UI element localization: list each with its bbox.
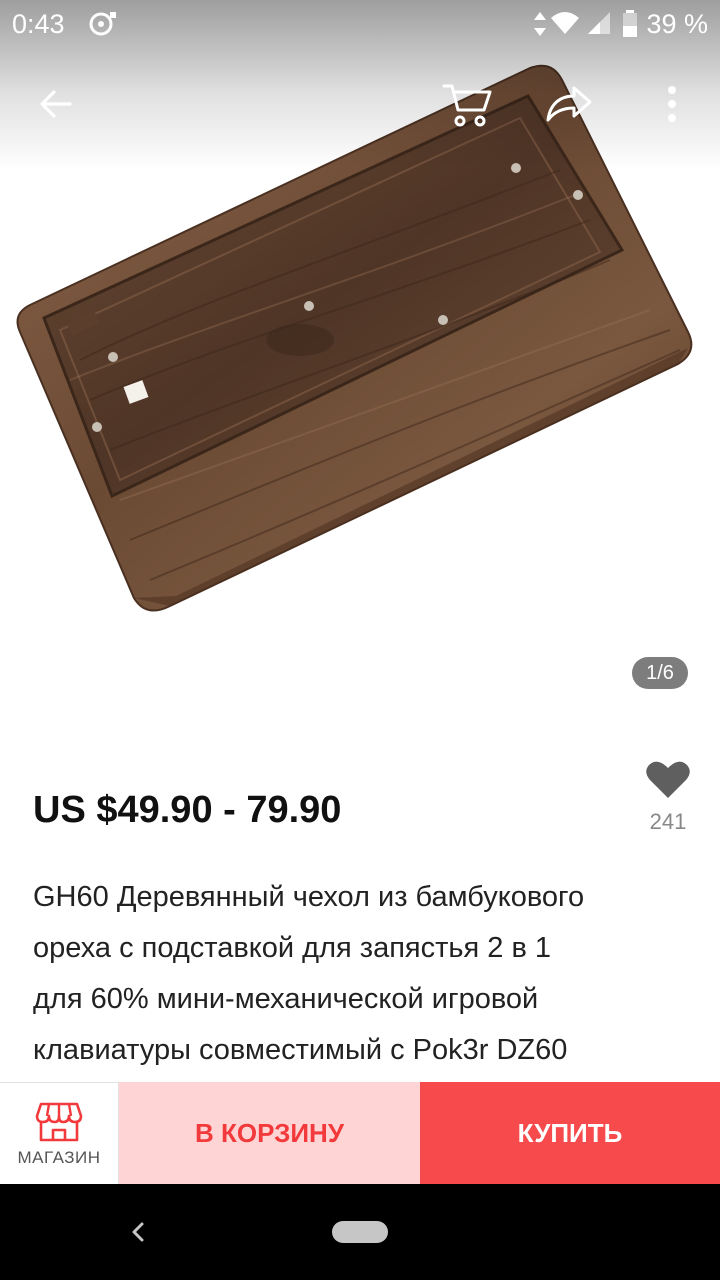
title-line: ореха с подставкой для запястья 2 в 1 xyxy=(33,932,552,964)
share-button[interactable] xyxy=(542,82,594,131)
more-vertical-icon xyxy=(668,86,676,122)
back-button[interactable] xyxy=(36,84,76,129)
status-time: 0:43 xyxy=(12,9,65,39)
product-image-gallery[interactable]: 1/6 xyxy=(0,0,720,722)
more-options-button[interactable] xyxy=(660,84,684,129)
gallery-page-indicator: 1/6 xyxy=(632,657,688,689)
battery-icon xyxy=(622,10,638,45)
product-title: GH60 Деревянный чехол из бамбукового оре… xyxy=(33,872,683,1076)
signal-icon xyxy=(586,10,612,43)
heart-icon xyxy=(646,761,690,798)
share-icon xyxy=(546,86,592,122)
wifi-icon xyxy=(550,10,580,43)
battery-percent: 39 % xyxy=(646,9,708,39)
store-icon xyxy=(35,1102,83,1141)
store-button[interactable]: МАГАЗИН xyxy=(0,1082,119,1184)
store-button-label: МАГАЗИН xyxy=(17,1147,101,1167)
notification-icon xyxy=(88,10,118,45)
title-line: клавиатуры совместимый с Pok3r DZ60 xyxy=(33,1034,568,1066)
wishlist-count: 241 xyxy=(649,809,687,834)
status-bar: 0:43 39 % xyxy=(0,0,720,48)
product-price: US $49.90 - 79.90 xyxy=(33,789,342,831)
cart-icon xyxy=(442,84,492,127)
nav-home-pill[interactable] xyxy=(332,1221,388,1243)
nav-back-button[interactable] xyxy=(128,1218,148,1251)
wishlist-button[interactable]: 241 xyxy=(640,758,696,835)
chevron-left-icon xyxy=(132,1222,144,1242)
add-to-cart-button[interactable]: В КОРЗИНУ xyxy=(119,1082,420,1184)
title-line: GH60 Деревянный чехол из бамбукового xyxy=(33,881,585,913)
buy-now-button[interactable]: КУПИТЬ xyxy=(420,1082,720,1184)
arrow-left-icon xyxy=(40,90,72,118)
bottom-action-bar: МАГАЗИН В КОРЗИНУ КУПИТЬ xyxy=(0,1082,720,1184)
data-arrows-icon xyxy=(533,10,547,45)
title-line: для 60% мини-механической игровой xyxy=(33,983,539,1015)
cart-button[interactable] xyxy=(440,78,494,135)
